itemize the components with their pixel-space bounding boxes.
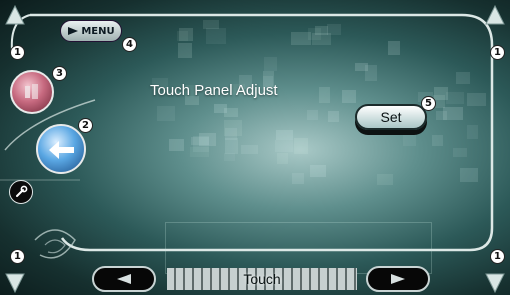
callout-1: 1 <box>10 249 25 264</box>
callout-5: 5 <box>421 96 436 111</box>
left-arrow-icon <box>117 274 131 284</box>
up-arrow-icon[interactable] <box>4 4 26 26</box>
down-arrow-icon[interactable] <box>4 272 26 294</box>
set-button[interactable]: Set <box>355 104 427 130</box>
menu-button[interactable]: MENU <box>60 20 122 42</box>
wrench-icon <box>16 185 28 197</box>
up-arrow-icon[interactable] <box>484 4 506 26</box>
return-button[interactable] <box>36 124 86 174</box>
status-text: Touch <box>243 271 281 287</box>
callout-4: 4 <box>122 37 137 52</box>
previous-button[interactable] <box>92 266 156 292</box>
set-button-label: Set <box>380 109 402 125</box>
eject-icon <box>25 84 38 99</box>
callout-2: 2 <box>78 118 93 133</box>
right-arrow-icon <box>391 274 405 284</box>
callout-3: 3 <box>52 66 67 81</box>
touch-panel-adjust-screen: MENU Touch Panel Adjust Set Touch 1 1 1 … <box>0 0 510 295</box>
play-triangle-icon <box>68 27 79 35</box>
callout-1: 1 <box>490 45 505 60</box>
setup-button[interactable] <box>9 180 33 204</box>
menu-button-label: MENU <box>81 25 115 37</box>
return-icon <box>49 141 74 159</box>
callout-1: 1 <box>490 249 505 264</box>
eject-button[interactable] <box>10 70 54 114</box>
next-button[interactable] <box>366 266 430 292</box>
callout-1: 1 <box>10 45 25 60</box>
status-bar: Touch <box>167 268 357 290</box>
down-arrow-icon[interactable] <box>484 272 506 294</box>
page-title: Touch Panel Adjust <box>150 82 278 99</box>
